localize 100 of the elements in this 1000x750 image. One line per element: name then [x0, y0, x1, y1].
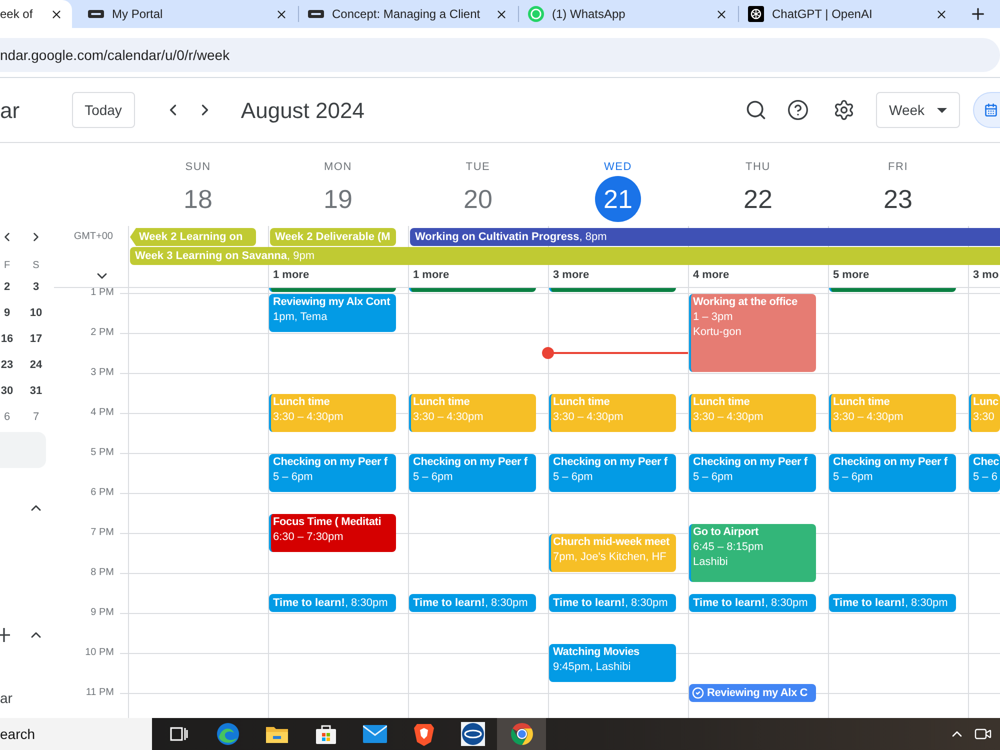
check-circle-icon	[692, 687, 704, 699]
mini-calendar-date[interactable]: 30	[0, 382, 14, 400]
calendar-event[interactable]: Time to learn!, 8:30pm	[689, 594, 816, 612]
shield-logo-icon	[414, 722, 434, 746]
current-time-marker-icon	[542, 347, 554, 359]
calendar-icon	[984, 103, 998, 117]
more-events-link[interactable]: 3 more	[553, 267, 590, 284]
hour-label: 7 PM	[90, 527, 114, 539]
weekday-initial: S	[32, 258, 40, 272]
mini-calendar-date[interactable]: 16	[0, 330, 14, 348]
mini-calendar-date[interactable]: 7	[32, 408, 40, 426]
address-bar[interactable]: ndar.google.com/calendar/u/0/r/week	[0, 38, 1000, 72]
settings-icon[interactable]	[833, 99, 855, 121]
view-dropdown[interactable]: Week	[876, 92, 960, 128]
calendar-event[interactable]: Reviewing my Alx Cont 1pm, Tema	[269, 294, 396, 332]
browser-tab[interactable]: (1) WhatsApp	[518, 0, 738, 28]
task-view-icon	[170, 725, 188, 743]
hour-label: 3 PM	[90, 367, 114, 379]
caret-icon	[937, 108, 947, 112]
weekday-label: WED	[604, 160, 632, 174]
new-tab-icon[interactable]	[969, 5, 987, 23]
round-logo-icon	[460, 722, 484, 746]
wheel-logo-icon	[748, 6, 764, 22]
shopping-bag-icon	[314, 723, 336, 745]
weekday-label: THU	[745, 160, 770, 174]
add-icon[interactable]	[0, 627, 10, 643]
month-title: August 2024	[240, 96, 364, 125]
hour-label: 5 PM	[90, 447, 114, 459]
calendar-event[interactable]: Time to learn!, 8:30pm	[549, 594, 676, 612]
timezone-label: GMT+00	[74, 231, 113, 243]
browser-tab[interactable]: eek of	[0, 0, 72, 28]
calendar-view-toggle[interactable]	[973, 92, 1000, 128]
day-number[interactable]: 18	[175, 176, 221, 222]
day-number[interactable]: 22	[735, 176, 781, 222]
mini-calendar-date[interactable]: 9	[4, 304, 10, 322]
mini-calendar-date[interactable]: 2	[4, 278, 10, 296]
calendar-event[interactable]: Go to Airport 6:45 – 8:15pm Lashibi	[689, 524, 816, 582]
close-icon[interactable]	[935, 8, 948, 20]
weekday-label: SUN	[185, 160, 211, 174]
day-number[interactable]: 20	[455, 176, 501, 222]
app-title: ar	[0, 96, 20, 124]
calendar-event[interactable]: Checking on my Peer f 5 – 6pm	[409, 454, 536, 492]
calendar-task[interactable]: Reviewing my Alx C	[689, 684, 816, 702]
help-icon[interactable]	[787, 99, 809, 121]
calendar-event[interactable]: Checking on my Peer f 5 – 6pm	[549, 454, 676, 492]
taskbar-search-field[interactable]: earch	[0, 718, 152, 750]
hour-label: 8 PM	[90, 567, 114, 579]
mini-calendar-date[interactable]: 23	[0, 356, 14, 374]
calendar-event[interactable]: Checking on my Peer f 5 – 6pm	[829, 454, 956, 492]
calendar-event[interactable]: Working at the office 1 – 3pm Kortu-gon	[689, 294, 816, 372]
mini-calendar-date[interactable]: 31	[30, 382, 42, 400]
more-events-link[interactable]: 5 more	[833, 267, 870, 284]
day-number[interactable]: 19	[315, 176, 361, 222]
calendar-event[interactable]: Time to learn!, 8:30pm	[829, 594, 956, 612]
tricolor-circle-icon	[510, 722, 534, 746]
mini-calendar-date[interactable]: 6	[4, 408, 10, 426]
browser-tab[interactable]: My Portal	[78, 0, 298, 28]
more-events-link[interactable]: 1 more	[413, 267, 450, 284]
all-day-event[interactable]: Working on Cultivatin Progress, 8pm	[410, 228, 1000, 246]
hour-label: 10 PM	[85, 647, 114, 659]
sidebar-label: ar	[0, 689, 12, 708]
close-icon[interactable]	[495, 8, 508, 20]
hour-label: 6 PM	[90, 487, 114, 499]
more-events-link[interactable]: 1 more	[273, 267, 310, 284]
mini-calendar-date[interactable]: 3	[32, 278, 40, 296]
weekday-label: MON	[324, 160, 352, 174]
folder-icon	[264, 724, 288, 744]
calendar-event[interactable]: Time to learn!, 8:30pm	[269, 594, 396, 612]
weekday-label: FRI	[888, 160, 908, 174]
chat-bubble-icon	[528, 6, 544, 22]
calendar-event[interactable]: Checking on my Peer f 5 – 6pm	[269, 454, 396, 492]
site-logo-icon	[308, 9, 324, 19]
close-icon[interactable]	[50, 8, 63, 20]
more-events-link[interactable]: 3 mo	[973, 267, 999, 284]
close-icon[interactable]	[275, 8, 288, 20]
today-button[interactable]: Today	[72, 92, 135, 128]
calendar-event[interactable]: Watching Movies 9:45pm, Lashibi	[549, 644, 676, 682]
close-icon[interactable]	[715, 8, 728, 20]
hour-label: 9 PM	[90, 607, 114, 619]
calendar-event[interactable]: Checking on my Peer f 5 – 6pm	[689, 454, 816, 492]
site-logo-icon	[88, 9, 104, 19]
mini-calendar-date[interactable]: 17	[30, 330, 42, 348]
weekday-initial: F	[4, 258, 10, 272]
hour-label: 1 PM	[90, 288, 114, 299]
hour-label: 4 PM	[90, 407, 114, 419]
browser-tab[interactable]: ChatGPT | OpenAI	[738, 0, 958, 28]
browser-tab[interactable]: Concept: Managing a Client	[298, 0, 518, 28]
day-number[interactable]: 23	[875, 176, 921, 222]
calendar-event[interactable]: Focus Time ( Meditati 6:30 – 7:30pm	[269, 514, 396, 552]
search-icon[interactable]	[745, 99, 767, 121]
day-number[interactable]: 21	[595, 176, 641, 222]
taskbar-button[interactable]	[497, 718, 546, 750]
mini-calendar-date[interactable]: 24	[30, 356, 42, 374]
weekday-label: TUE	[466, 160, 490, 174]
more-events-link[interactable]: 4 more	[693, 267, 730, 284]
calendar-event[interactable]: Chec 5 – 6	[969, 454, 1000, 492]
mini-calendar-date[interactable]: 10	[30, 304, 42, 322]
hour-label: 11 PM	[86, 687, 114, 699]
calendar-event[interactable]: Time to learn!, 8:30pm	[409, 594, 536, 612]
hour-label: 2 PM	[90, 327, 114, 339]
